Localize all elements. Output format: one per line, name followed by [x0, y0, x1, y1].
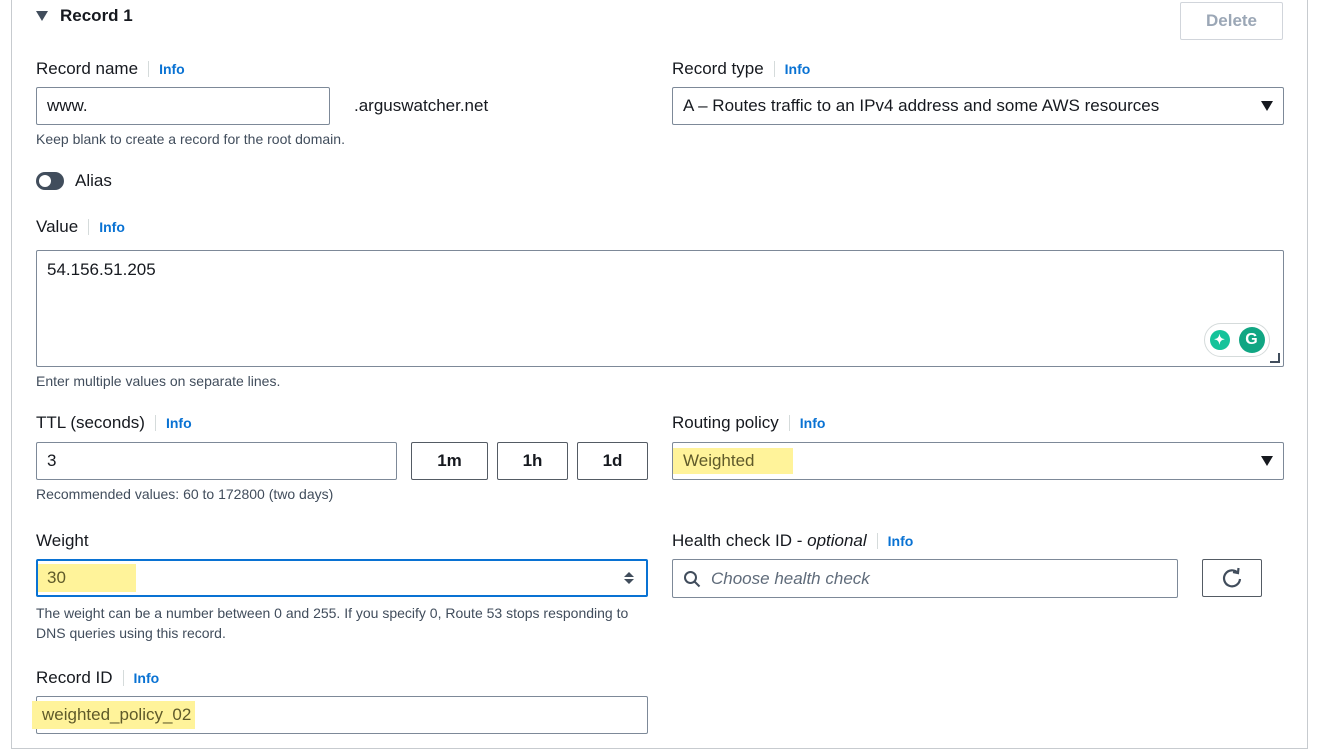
record-type-label: Record type	[672, 59, 764, 78]
record-name-label: Record name	[36, 59, 139, 78]
grammarly-suggestion-icon[interactable]: ✦	[1209, 330, 1230, 350]
value-label: Value	[36, 217, 79, 236]
routing-policy-label-row: Routing policy Info	[672, 413, 826, 433]
weight-hint: The weight can be a number between 0 and…	[36, 605, 629, 641]
number-stepper-icon[interactable]	[624, 572, 634, 584]
record-type-info-link[interactable]: Info	[773, 61, 811, 77]
ttl-1m-button[interactable]: 1m	[411, 442, 488, 480]
alias-row: Alias	[36, 171, 112, 191]
weight-label: Weight	[36, 531, 89, 550]
domain-suffix: .arguswatcher.net	[354, 96, 489, 115]
refresh-icon	[1222, 567, 1242, 588]
ttl-1h-button[interactable]: 1h	[497, 442, 568, 480]
ttl-info-link[interactable]: Info	[154, 415, 192, 431]
grammarly-widget[interactable]: ✦ G	[1204, 323, 1270, 357]
health-check-label-row: Health check ID - optional Info	[672, 531, 914, 551]
record-name-label-row: Record name Info	[36, 59, 185, 79]
record-id-label-row: Record ID Info	[36, 668, 160, 688]
weight-value: 30	[38, 564, 136, 592]
health-check-info-link[interactable]: Info	[876, 533, 914, 549]
value-info-link[interactable]: Info	[88, 219, 125, 235]
record-type-selected: A – Routes traffic to an IPv4 address an…	[683, 96, 1160, 115]
routing-policy-label: Routing policy	[672, 413, 779, 432]
ttl-label: TTL (seconds)	[36, 413, 145, 432]
ttl-value: 3	[47, 451, 57, 470]
grammarly-logo-icon[interactable]: G	[1238, 327, 1265, 353]
record-id-value: weighted_policy_02	[32, 701, 196, 729]
ttl-input[interactable]: 3	[36, 442, 397, 480]
record-header[interactable]: Record 1	[36, 6, 133, 26]
health-check-input[interactable]: Choose health check	[672, 559, 1178, 598]
chevron-down-icon	[1261, 101, 1273, 111]
record-id-label: Record ID	[36, 668, 113, 687]
chevron-down-icon	[1261, 456, 1273, 466]
ttl-hint: Recommended values: 60 to 172800 (two da…	[36, 486, 334, 502]
alias-toggle[interactable]	[36, 172, 64, 190]
ttl-1d-button[interactable]: 1d	[577, 442, 648, 480]
record-name-hint: Keep blank to create a record for the ro…	[36, 131, 345, 147]
record-name-value: www.	[47, 96, 88, 115]
routing-policy-selected: Weighted	[673, 448, 793, 474]
record-id-info-link[interactable]: Info	[122, 670, 160, 686]
record-name-input[interactable]: www.	[36, 87, 330, 125]
refresh-button[interactable]	[1202, 559, 1262, 597]
health-check-optional: optional	[807, 531, 867, 550]
routing-policy-select[interactable]: Weighted	[672, 442, 1284, 480]
record-type-label-row: Record type Info	[672, 59, 811, 79]
health-check-placeholder: Choose health check	[711, 568, 870, 588]
record-id-input[interactable]: weighted_policy_02	[32, 696, 648, 734]
value-text: 54.156.51.205	[47, 260, 156, 279]
collapse-caret-icon[interactable]	[36, 11, 48, 21]
ttl-label-row: TTL (seconds) Info	[36, 413, 192, 433]
value-textarea[interactable]: 54.156.51.205	[36, 250, 1284, 367]
value-label-row: Value Info	[36, 217, 125, 237]
delete-button[interactable]: Delete	[1180, 2, 1283, 40]
record-type-select[interactable]: A – Routes traffic to an IPv4 address an…	[672, 87, 1284, 125]
search-icon	[684, 570, 701, 587]
routing-policy-info-link[interactable]: Info	[788, 415, 826, 431]
record-name-info-link[interactable]: Info	[148, 61, 185, 77]
record-title: Record 1	[60, 6, 133, 25]
weight-input[interactable]: 30	[36, 559, 648, 597]
value-hint: Enter multiple values on separate lines.	[36, 373, 281, 389]
resize-handle-icon[interactable]	[1270, 353, 1280, 363]
toggle-knob	[39, 175, 51, 187]
stepper-down-icon[interactable]	[624, 579, 634, 584]
alias-label: Alias	[75, 171, 112, 190]
stepper-up-icon[interactable]	[624, 572, 634, 577]
health-check-label: Health check ID -	[672, 531, 808, 550]
